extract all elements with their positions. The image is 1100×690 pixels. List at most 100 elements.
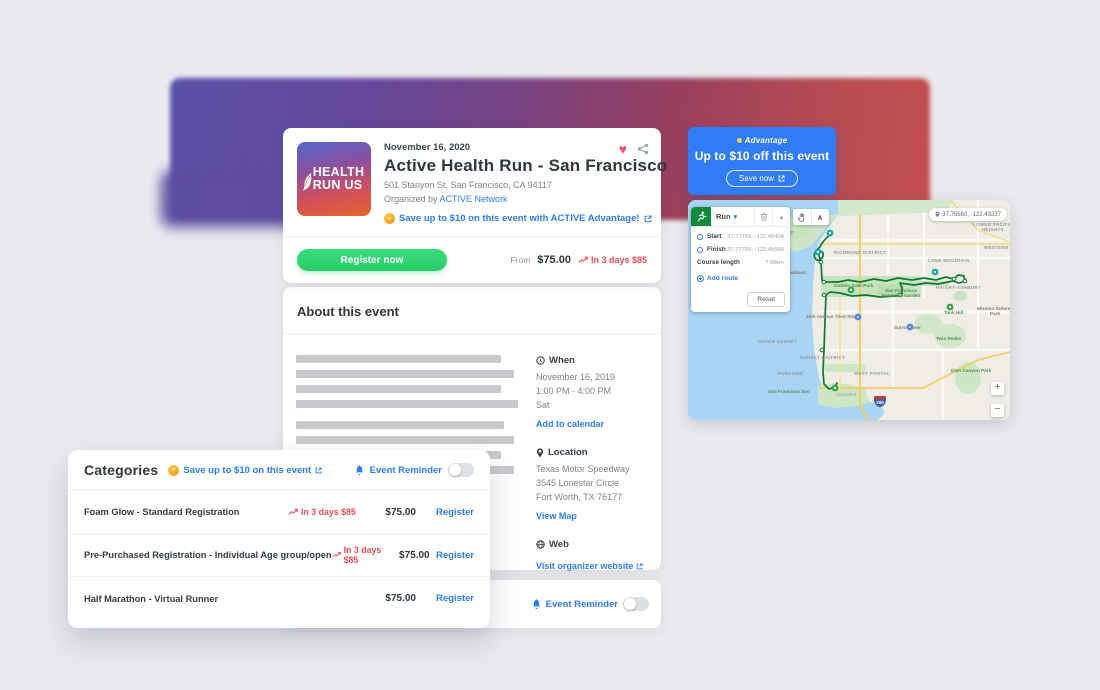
text-placeholder-bar bbox=[296, 421, 504, 429]
category-surge: In 3 days $85 bbox=[288, 507, 368, 517]
category-surge: In 3 days $85 bbox=[332, 545, 393, 565]
toggle-knob bbox=[624, 598, 636, 610]
external-link-icon bbox=[636, 563, 643, 570]
plus-circle-icon bbox=[697, 275, 704, 282]
delete-route-button[interactable] bbox=[754, 207, 772, 226]
text-placeholder-bar bbox=[296, 385, 501, 393]
add-to-calendar-link[interactable]: Add to calendar bbox=[536, 419, 604, 429]
event-reminder-toggle[interactable] bbox=[448, 463, 474, 477]
course-length-row: Course length 7.09km bbox=[697, 259, 784, 266]
trending-up-icon bbox=[332, 551, 341, 559]
add-route-link[interactable]: Add route bbox=[697, 275, 784, 282]
categories-promo: » Save up to $10 on this event bbox=[168, 465, 322, 476]
event-organizer-line: Organized by ACTIVE Network bbox=[384, 194, 667, 204]
save-now-button[interactable]: Save now bbox=[726, 170, 798, 187]
start-label: Start bbox=[707, 233, 722, 240]
location-pin-icon bbox=[536, 448, 544, 458]
visit-organizer-website-link[interactable]: Visit organizer website bbox=[536, 561, 643, 571]
organizer-link[interactable]: ACTIVE Network bbox=[440, 194, 508, 204]
event-card-header: HEALTH RUN US November 16, 2020 Active H… bbox=[283, 128, 661, 236]
clock-icon bbox=[536, 356, 545, 365]
globe-icon bbox=[536, 540, 545, 549]
cursor-coordinates-pill: 37.75560, -122.43237 bbox=[929, 208, 1007, 221]
register-now-button[interactable]: Register now bbox=[297, 249, 447, 271]
reset-route-button[interactable]: Reset bbox=[747, 292, 785, 307]
text-placeholder-bar bbox=[296, 370, 514, 378]
event-reminder-control: Event Reminder bbox=[532, 597, 649, 611]
run-activity-icon bbox=[691, 207, 711, 226]
advantage-logo-icon bbox=[737, 138, 742, 143]
categories-header: Categories » Save up to $10 on this even… bbox=[68, 450, 490, 491]
when-day: Sat bbox=[536, 400, 650, 410]
map-marker[interactable] bbox=[947, 304, 954, 311]
toggle-knob bbox=[449, 464, 461, 476]
event-reminder-toggle[interactable] bbox=[623, 597, 649, 611]
categories-promo-link[interactable]: Save up to $10 on this event bbox=[183, 465, 311, 476]
map-marker[interactable] bbox=[855, 314, 862, 321]
when-date: November 16, 2019 bbox=[536, 372, 650, 382]
hand-icon bbox=[798, 213, 806, 222]
price-from-label: From bbox=[510, 255, 530, 265]
location-pin-icon bbox=[935, 211, 940, 218]
map-marker[interactable] bbox=[848, 287, 855, 294]
finish-point-icon bbox=[697, 247, 703, 253]
price-value: $75.00 bbox=[537, 254, 571, 266]
view-map-link[interactable]: View Map bbox=[536, 511, 577, 521]
map-marker[interactable] bbox=[907, 324, 914, 331]
trending-up-icon bbox=[288, 508, 298, 516]
category-row: Foam Glow - Standard Registration In 3 d… bbox=[68, 491, 490, 534]
external-link-icon bbox=[315, 467, 322, 474]
route-planner-header: Run ▾ ▴ bbox=[691, 207, 790, 227]
map-toolbar bbox=[793, 209, 829, 225]
event-address: 501 Stanyon St, San Francisco, CA 94117 bbox=[384, 180, 667, 190]
category-name: Foam Glow - Standard Registration bbox=[84, 507, 288, 517]
pan-hand-tool[interactable] bbox=[793, 209, 812, 225]
categories-title: Categories bbox=[84, 462, 158, 478]
event-logo-text: HEALTH RUN US bbox=[313, 166, 365, 192]
categories-card: Categories » Save up to $10 on this even… bbox=[68, 450, 490, 628]
event-action-icons: ♥ bbox=[619, 142, 649, 156]
activity-select[interactable]: Run ▾ bbox=[711, 207, 754, 226]
course-length-value: 7.09km bbox=[765, 260, 784, 266]
collapse-panel-button[interactable]: ▴ bbox=[772, 207, 790, 226]
category-row: Pre-Purchased Registration - Individual … bbox=[68, 534, 490, 577]
favorite-heart-icon[interactable]: ♥ bbox=[619, 142, 627, 156]
zoom-out-button[interactable]: − bbox=[991, 404, 1004, 417]
map-marker[interactable] bbox=[932, 269, 939, 276]
register-link[interactable]: Register bbox=[416, 593, 474, 604]
about-title: About this event bbox=[283, 287, 661, 319]
advantage-note-link[interactable]: Save up to $10 on this event with ACTIVE… bbox=[399, 213, 640, 224]
register-link[interactable]: Register bbox=[416, 507, 474, 518]
finish-coordinates: 37.77765, -122.45568 bbox=[727, 247, 784, 253]
start-point-icon bbox=[697, 234, 703, 240]
advantage-badge-icon: » bbox=[168, 465, 179, 476]
map-marker[interactable] bbox=[815, 249, 822, 256]
advantage-note-row: » Save up to $10 on this event with ACTI… bbox=[384, 213, 667, 224]
share-icon[interactable] bbox=[637, 143, 649, 155]
promo-headline: Up to $10 off this event bbox=[695, 149, 829, 163]
bell-icon bbox=[532, 599, 541, 609]
when-block: When November 16, 2019 1:00 PM - 4:00 PM… bbox=[536, 355, 650, 432]
when-time: 1:00 PM - 4:00 PM bbox=[536, 386, 650, 396]
finish-label: Finish bbox=[707, 246, 726, 253]
category-row: Half Marathon - Virtual Runner $75.00 Re… bbox=[68, 577, 490, 620]
feather-icon bbox=[302, 172, 314, 192]
category-price: $75.00 bbox=[393, 550, 430, 561]
map-marker[interactable] bbox=[832, 385, 839, 392]
route-finish-row: Finish 37.77765, -122.45568 bbox=[697, 246, 784, 253]
event-info-sidebar: When November 16, 2019 1:00 PM - 4:00 PM… bbox=[536, 355, 650, 589]
route-map-card: SEA CLIFF OUTER RICHMOND RICHMOND DISTRI… bbox=[688, 200, 1010, 420]
zoom-in-button[interactable]: + bbox=[991, 382, 1004, 395]
external-link-icon bbox=[644, 215, 652, 223]
advantage-badge-icon: » bbox=[384, 213, 395, 224]
text-placeholder-bar bbox=[296, 355, 501, 363]
select-arrow-tool[interactable] bbox=[812, 209, 830, 225]
chevron-down-icon: ▾ bbox=[734, 213, 738, 221]
location-line: Fort Worth, TX 76177 bbox=[536, 492, 650, 502]
external-link-icon bbox=[778, 175, 785, 182]
register-link[interactable]: Register bbox=[430, 550, 474, 561]
map-marker[interactable] bbox=[827, 230, 834, 237]
page: { "event_card": { "date": "November 16, … bbox=[0, 0, 1100, 690]
trash-icon bbox=[760, 212, 768, 221]
advantage-brand: Advantage bbox=[737, 136, 788, 145]
